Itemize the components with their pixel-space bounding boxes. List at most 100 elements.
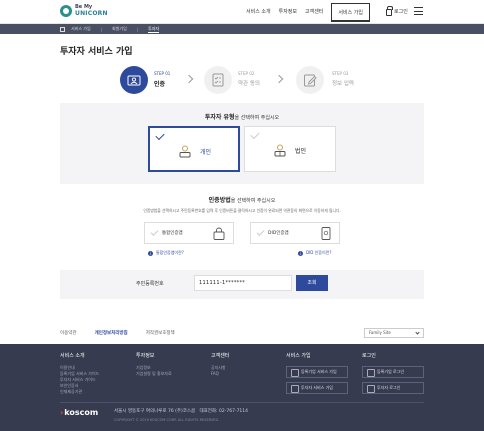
nav-service-intro[interactable]: 서비스 소개 bbox=[246, 0, 271, 24]
rrn-label: 주민등록번호 bbox=[136, 281, 164, 287]
breadcrumb: 서비스 가입 | 회원가입 | 투자자 bbox=[60, 24, 169, 34]
auth-option-did-label: DID인증앱 bbox=[268, 231, 289, 236]
step-3-circle bbox=[296, 66, 324, 94]
step-2-name: 약관 동의 bbox=[238, 81, 260, 87]
investor-type-heading-strong: 투자자 유형 bbox=[204, 114, 235, 121]
chevron-right-icon bbox=[184, 74, 194, 84]
info-icon: i bbox=[298, 250, 303, 256]
step-2-circle bbox=[204, 66, 232, 94]
footer-col-title: 서비스 가입 bbox=[286, 353, 311, 359]
footer-investor-login-button[interactable]: 투자자 로그인 bbox=[362, 382, 424, 394]
auth-method-section: 인증방법을 선택하여 주십시오 인증방법을 선택하시고 주민등록번호를 입력 후… bbox=[60, 184, 424, 270]
integrated-app-help-label: 통합인증앱이란? bbox=[156, 250, 184, 255]
check-icon bbox=[155, 130, 165, 141]
footer-col-title: 로그인 bbox=[362, 353, 376, 359]
rrn-lookup-button[interactable]: 조회 bbox=[296, 275, 328, 291]
top-header: Be My UNICORN 서비스 소개 투자정보 고객센터 서비스 가입 로그… bbox=[0, 0, 484, 24]
login-link[interactable]: 로그인 bbox=[386, 5, 408, 17]
auth-option-integrated-label: 통합인증앱 bbox=[162, 231, 183, 236]
footer-col-service-join: 서비스 가입 bbox=[286, 352, 311, 365]
document-check-icon bbox=[212, 73, 224, 87]
footer-col-title: 고객센터 bbox=[211, 353, 230, 359]
site-footer: 서비스 소개 이용안내 등록기업 서비스 가이드 투자자 서비스 가이드 보안인… bbox=[0, 344, 484, 431]
footer-col-service-intro: 서비스 소개 이용안내 등록기업 서비스 가이드 투자자 서비스 가이드 보안인… bbox=[60, 352, 99, 395]
check-icon bbox=[250, 129, 260, 140]
hamburger-menu-icon[interactable] bbox=[414, 7, 423, 15]
check-icon bbox=[150, 228, 159, 236]
auth-method-description: 인증방법을 선택하시고 주민등록번호를 입력 후 인증버튼을 클릭하시고 인증이… bbox=[143, 208, 341, 213]
footer-divider bbox=[60, 402, 424, 403]
lock-icon bbox=[213, 227, 225, 240]
logo-mark-icon bbox=[60, 5, 72, 17]
footer-copyright: COPYRIGHT © 2019 KOSCOM CORP. ALL RIGHTS… bbox=[114, 418, 220, 422]
nav-investment-info[interactable]: 투자정보 bbox=[279, 0, 297, 24]
id-card-icon bbox=[127, 75, 141, 86]
footer-link[interactable]: FAQ bbox=[211, 371, 229, 377]
did-help-label: DID 인증이란? bbox=[306, 250, 332, 255]
footer-link-privacy[interactable]: 개인정보처리방침 bbox=[95, 330, 128, 336]
chevron-right-icon bbox=[274, 74, 284, 84]
step-3-name: 정보 입력 bbox=[332, 81, 354, 87]
footer-link[interactable]: 인재제공기관 bbox=[60, 389, 99, 395]
footer-col-investment-info: 투자정보 기업정보 기업설명 및 홍보자료 bbox=[136, 352, 172, 377]
footer-links: 이용약관 개인정보처리방침 저작권보호정책 bbox=[60, 328, 193, 338]
investor-type-corporate-card[interactable]: 법인 bbox=[244, 126, 336, 172]
footer-col-title: 서비스 소개 bbox=[60, 353, 85, 359]
investor-type-heading: 투자자 유형을 선택하여 주십시오 bbox=[60, 112, 424, 121]
integrated-app-help-link[interactable]: i 통합인증앱이란? bbox=[148, 250, 184, 256]
nav-service-join[interactable]: 서비스 가입 bbox=[331, 3, 370, 22]
footer-col-title: 투자정보 bbox=[136, 353, 155, 359]
footer-address-text: 서울시 영등포구 여의나루로 76 (주)코스콤 bbox=[114, 409, 196, 414]
check-icon bbox=[256, 228, 265, 236]
investor-type-individual-label: 개인 bbox=[200, 149, 212, 156]
signup-panel: 투자자 유형을 선택하여 주십시오 개인 법인 인증방법을 선택하여 주십시오 … bbox=[60, 103, 424, 299]
footer-company-join-button[interactable]: 등록기업 서비스 가입 bbox=[286, 366, 348, 378]
did-help-link[interactable]: i DID 인증이란? bbox=[298, 250, 331, 256]
breadcrumb-item-investor[interactable]: 투자자 bbox=[148, 26, 160, 33]
home-icon[interactable] bbox=[60, 26, 65, 32]
rrn-input[interactable]: 111111-1******* bbox=[194, 275, 292, 291]
corporate-person-icon bbox=[274, 144, 286, 157]
person-icon bbox=[179, 145, 191, 158]
footer-investor-join-button[interactable]: 투자자 서비스 가입 bbox=[286, 382, 348, 394]
breadcrumb-item-signup[interactable]: 회원가입 bbox=[112, 26, 127, 32]
logo-text-bottom: UNICORN bbox=[75, 10, 108, 17]
breadcrumb-bar: 서비스 가입 | 회원가입 | 투자자 bbox=[0, 24, 484, 34]
step-1-name: 인증 bbox=[154, 81, 166, 88]
auth-method-heading-strong: 인증방법 bbox=[208, 197, 231, 204]
footer-link-terms[interactable]: 이용약관 bbox=[60, 330, 77, 336]
main-nav: 서비스 소개 투자정보 고객센터 서비스 가입 bbox=[246, 0, 378, 24]
signup-steps: STEP 01 인증 STEP 02 약관 동의 STEP 03 정보 입력 bbox=[120, 66, 370, 94]
step-1-circle bbox=[120, 66, 148, 94]
footer-col-customer-center: 고객센터 공지사항 FAQ bbox=[211, 352, 229, 377]
edit-document-icon bbox=[304, 74, 317, 87]
breadcrumb-item-service-join[interactable]: 서비스 가입 bbox=[71, 26, 91, 32]
footer-company-login-button[interactable]: 등록기업 로그인 bbox=[362, 366, 424, 378]
auth-option-integrated-app[interactable]: 통합인증앱 bbox=[144, 222, 234, 244]
be-my-unicorn-logo[interactable]: Be My UNICORN bbox=[60, 4, 120, 20]
auth-option-did-app[interactable]: DID인증앱 bbox=[250, 222, 340, 244]
step-3-label: STEP 03 bbox=[332, 71, 349, 76]
nav-customer-center[interactable]: 고객센터 bbox=[305, 0, 323, 24]
footer-phone: 대표전화: 02-767-7114 bbox=[199, 409, 249, 414]
investor-type-heading-suffix: 을 선택하여 주십시오 bbox=[234, 115, 280, 121]
footer-col-login: 로그인 bbox=[362, 352, 376, 365]
koscom-logo: koscom bbox=[60, 408, 98, 417]
footer-link-copyright[interactable]: 저작권보호정책 bbox=[146, 330, 175, 336]
investor-type-corporate-label: 법인 bbox=[295, 148, 307, 155]
investor-type-individual-card[interactable]: 개인 bbox=[148, 126, 240, 172]
breadcrumb-separator: | bbox=[100, 26, 103, 32]
footer-link[interactable]: 기업설명 및 홍보자료 bbox=[136, 371, 172, 377]
footer-address: 서울시 영등포구 여의나루로 76 (주)코스콤 대표전화: 02-767-71… bbox=[114, 408, 248, 414]
step-1-label: STEP 01 bbox=[154, 71, 171, 76]
step-2-label: STEP 02 bbox=[238, 71, 255, 76]
auth-method-heading-suffix: 을 선택하여 주십시오 bbox=[230, 198, 276, 204]
info-icon: i bbox=[148, 250, 153, 256]
family-site-select[interactable]: Family Site bbox=[364, 328, 424, 338]
breadcrumb-separator: | bbox=[136, 26, 139, 32]
lock-icon bbox=[386, 5, 393, 16]
login-label: 로그인 bbox=[394, 9, 408, 15]
mobile-phone-icon bbox=[321, 227, 331, 240]
page-title: 투자자 서비스 가입 bbox=[60, 47, 133, 57]
auth-method-heading: 인증방법을 선택하여 주십시오 bbox=[60, 195, 424, 204]
